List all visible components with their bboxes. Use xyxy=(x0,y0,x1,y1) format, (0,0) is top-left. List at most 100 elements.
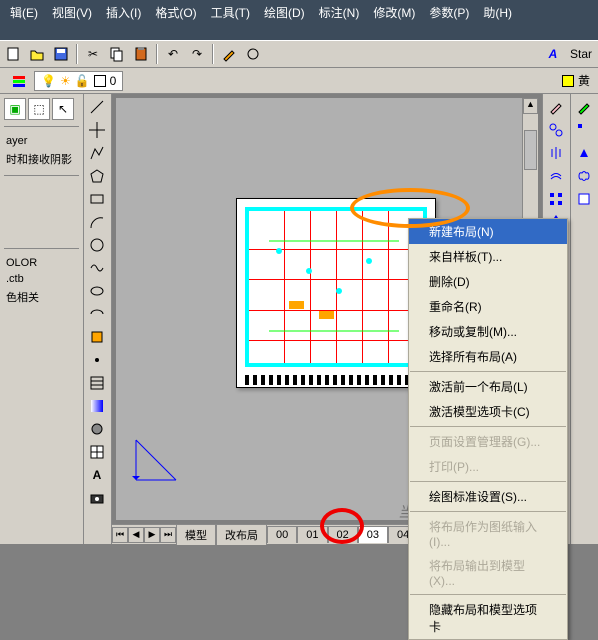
undo-button[interactable]: ↶ xyxy=(162,43,184,65)
arc-tool[interactable] xyxy=(86,211,108,233)
menu-rename[interactable]: 重命名(R) xyxy=(409,294,567,319)
draw2-toolbar xyxy=(570,94,598,544)
gradient-tool[interactable] xyxy=(86,395,108,417)
polygon-tool[interactable] xyxy=(86,165,108,187)
erase-tool[interactable] xyxy=(545,96,567,118)
ellipse-arc-tool[interactable] xyxy=(86,303,108,325)
scroll-thumb[interactable] xyxy=(524,130,537,170)
menu-export-layout-model: 将布局输出到模型(X)... xyxy=(409,553,567,592)
properties-panel: ▣ ⬚ ↖ ayer 时和接收阴影 OLOR .ctb 色相关 xyxy=(0,94,84,544)
xline-tool[interactable] xyxy=(86,119,108,141)
region-tool[interactable] xyxy=(86,418,108,440)
color-swatch[interactable] xyxy=(562,75,574,87)
array-tool[interactable] xyxy=(545,188,567,210)
menu-bar: 辑(E) 视图(V) 插入(I) 格式(O) 工具(T) 绘图(D) 标注(N)… xyxy=(0,0,598,40)
tab-02[interactable]: 02 xyxy=(328,526,358,543)
menu-activate-model-tab[interactable]: 激活模型选项卡(C) xyxy=(409,399,567,424)
scroll-up-icon[interactable]: ▲ xyxy=(523,98,538,114)
revcloud-tool[interactable] xyxy=(573,165,595,187)
menu-hide-layout-tabs[interactable]: 隐藏布局和模型选项卡 xyxy=(409,597,567,639)
layer-name-label: ayer xyxy=(4,133,79,149)
viewport xyxy=(245,207,427,367)
tab-03[interactable]: 03 xyxy=(358,526,388,543)
menu-dimension[interactable]: 标注(N) xyxy=(313,2,366,38)
menu-modify[interactable]: 修改(M) xyxy=(367,2,421,38)
title-block xyxy=(245,375,427,385)
menu-page-setup: 页面设置管理器(G)... xyxy=(409,429,567,454)
lightbulb-icon: 💡 xyxy=(41,74,56,88)
layout-sheet xyxy=(236,198,436,388)
menu-draw[interactable]: 绘图(D) xyxy=(258,2,311,38)
match-button[interactable] xyxy=(242,43,264,65)
sun-icon: ☀ xyxy=(60,74,71,88)
draw-toolbar: A xyxy=(84,94,112,544)
separator xyxy=(76,44,78,64)
tab-01[interactable]: 01 xyxy=(297,526,327,543)
spline-tool[interactable] xyxy=(86,257,108,279)
menu-select-all-layouts[interactable]: 选择所有布局(A) xyxy=(409,344,567,369)
menu-new-layout[interactable]: 新建布局(N) xyxy=(409,219,567,244)
layer-name: 0 xyxy=(110,74,117,88)
tab-last-button[interactable]: ⏭ xyxy=(160,527,176,543)
menu-move-copy[interactable]: 移动或复制(M)... xyxy=(409,319,567,344)
polyline-tool[interactable] xyxy=(86,142,108,164)
brush-icon[interactable] xyxy=(218,43,240,65)
menu-view[interactable]: 视图(V) xyxy=(46,2,98,38)
midpoint-snap-icon[interactable] xyxy=(573,142,595,164)
wipeout-tool[interactable] xyxy=(573,188,595,210)
menu-parametric[interactable]: 参数(P) xyxy=(423,2,475,38)
redo-button[interactable]: ↷ xyxy=(186,43,208,65)
ucs-icon xyxy=(126,430,186,490)
menu-print: 打印(P)... xyxy=(409,454,567,479)
table-tool[interactable] xyxy=(86,441,108,463)
rectangle-tool[interactable] xyxy=(86,188,108,210)
hatch-tool[interactable] xyxy=(86,372,108,394)
cut-button[interactable]: ✂ xyxy=(82,43,104,65)
line-tool[interactable] xyxy=(86,96,108,118)
menu-tools[interactable]: 工具(T) xyxy=(205,2,256,38)
menu-activate-prev-layout[interactable]: 激活前一个布局(L) xyxy=(409,374,567,399)
ellipse-tool[interactable] xyxy=(86,280,108,302)
layer-dropdown[interactable]: 💡 ☀ 🔓 0 xyxy=(34,71,123,91)
camera-icon[interactable] xyxy=(86,487,108,509)
cursor-icon[interactable]: ↖ xyxy=(52,98,74,120)
paste-button[interactable] xyxy=(130,43,152,65)
circle-tool[interactable] xyxy=(86,234,108,256)
menu-delete[interactable]: 删除(D) xyxy=(409,269,567,294)
quick-select-icon[interactable]: ⬚ xyxy=(28,98,50,120)
endpoint-snap-icon[interactable] xyxy=(573,119,595,141)
save-button[interactable] xyxy=(50,43,72,65)
text-style-icon[interactable]: A xyxy=(542,43,564,65)
text-tool[interactable]: A xyxy=(86,464,108,486)
shadow-label: 时和接收阴影 xyxy=(4,149,79,169)
layer-manager-button[interactable] xyxy=(8,70,30,92)
menu-from-template[interactable]: 来自样板(T)... xyxy=(409,244,567,269)
layer-toolbar: 💡 ☀ 🔓 0 黄 xyxy=(0,68,598,94)
mirror-tool[interactable] xyxy=(545,142,567,164)
menu-edit[interactable]: 辑(E) xyxy=(4,2,44,38)
tab-next-button[interactable]: ▶ xyxy=(144,527,160,543)
related-label: 色相关 xyxy=(4,287,79,307)
tab-00[interactable]: 00 xyxy=(267,526,297,543)
color-label: 黄 xyxy=(578,72,590,89)
menu-help[interactable]: 助(H) xyxy=(477,2,518,38)
brush2-icon[interactable] xyxy=(573,96,595,118)
block-tool[interactable] xyxy=(86,326,108,348)
copy-button[interactable] xyxy=(106,43,128,65)
new-button[interactable] xyxy=(2,43,24,65)
tab-prev-button[interactable]: ◀ xyxy=(128,527,144,543)
point-tool[interactable] xyxy=(86,349,108,371)
separator xyxy=(212,44,214,64)
separator xyxy=(156,44,158,64)
offset-tool[interactable] xyxy=(545,165,567,187)
copy-tool[interactable] xyxy=(545,119,567,141)
tab-first-button[interactable]: ⏮ xyxy=(112,527,128,543)
menu-import-layout-sheet: 将布局作为图纸输入(I)... xyxy=(409,514,567,553)
menu-format[interactable]: 格式(O) xyxy=(149,2,202,38)
layout-context-menu: 新建布局(N) 来自样板(T)... 删除(D) 重命名(R) 移动或复制(M)… xyxy=(408,218,568,640)
open-button[interactable] xyxy=(26,43,48,65)
menu-drafting-standards[interactable]: 绘图标准设置(S)... xyxy=(409,484,567,509)
menu-insert[interactable]: 插入(I) xyxy=(100,2,147,38)
color-section-label: OLOR xyxy=(4,255,79,271)
select-icon[interactable]: ▣ xyxy=(4,98,26,120)
